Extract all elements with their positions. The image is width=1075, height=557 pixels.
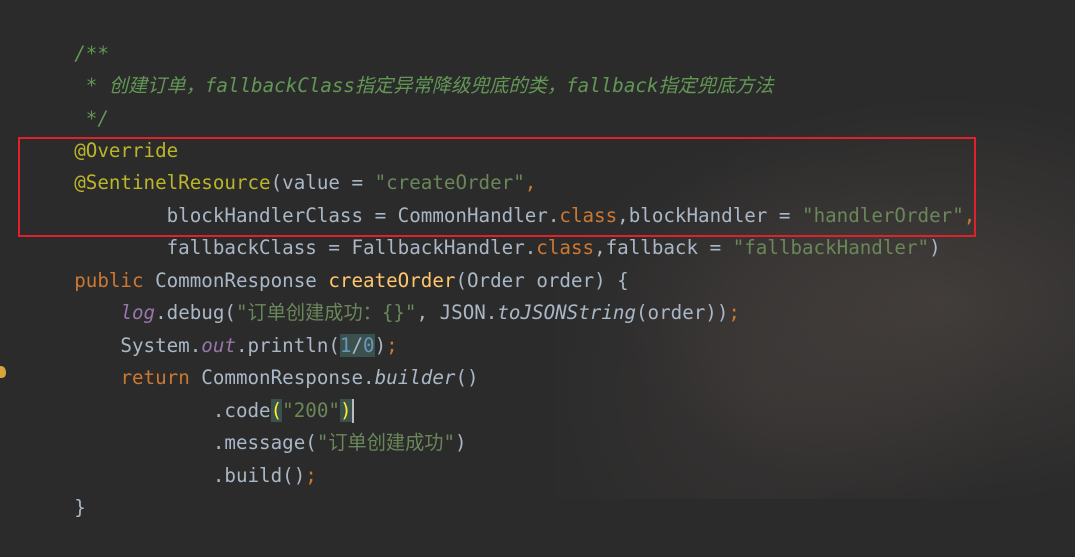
code-editor[interactable]: /** * 创建订单，fallbackClass指定异常降级兜底的类，fallb… — [0, 0, 1075, 519]
code-line-8: public CommonResponse createOrder(Order … — [28, 232, 629, 292]
code-line-10: System.out.println(1/0); — [28, 297, 398, 357]
doc-comment-text: 指定兜底方法 — [658, 73, 774, 97]
code-line-9: log.debug("订单创建成功：{}", JSON.toJSONString… — [28, 264, 740, 324]
code-line-1: /** — [28, 5, 109, 65]
code-line-7: fallbackClass = FallbackHandler.class,fa… — [28, 199, 941, 259]
code-token: , JSON. — [416, 300, 498, 324]
code-line-2: * 创建订单，fallbackClass指定异常降级兜底的类，fallback指… — [28, 37, 774, 97]
code-token: , — [963, 203, 976, 227]
code-line-6: blockHandlerClass = CommonHandler.class,… — [28, 167, 976, 227]
code-line-15: } — [28, 459, 86, 519]
code-token: ) — [929, 235, 941, 259]
code-token: ; — [728, 300, 740, 324]
string-literal: "订单创建成功" — [316, 430, 456, 454]
code-line-4: @Override — [28, 102, 178, 162]
code-token: ; — [305, 463, 317, 487]
code-token: .build() — [74, 463, 306, 487]
static-method: builder — [374, 365, 456, 389]
code-line-5: @SentinelResource(value = "createOrder", — [28, 134, 536, 194]
doc-comment-text: fallback — [566, 73, 659, 97]
doc-comment-text: 指定异常降级兜底的类， — [355, 73, 567, 97]
static-method: toJSONString — [497, 300, 636, 324]
code-line-12: .code("200") — [28, 362, 354, 423]
code-line-13: .message("订单创建成功") — [28, 394, 467, 454]
code-line-11: return CommonResponse.builder() — [28, 329, 478, 389]
string-literal: "fallbackHandler" — [732, 235, 930, 259]
doc-comment-text: fallbackClass — [204, 73, 355, 97]
code-token: () — [455, 365, 479, 389]
code-line-3: */ — [28, 70, 109, 130]
code-token: (order)) — [636, 300, 729, 324]
code-line-14: .build(); — [28, 427, 317, 487]
intention-bulb-icon[interactable] — [0, 366, 6, 378]
doc-comment-text: 创建订单， — [108, 73, 205, 97]
code-token: ) — [455, 430, 467, 454]
